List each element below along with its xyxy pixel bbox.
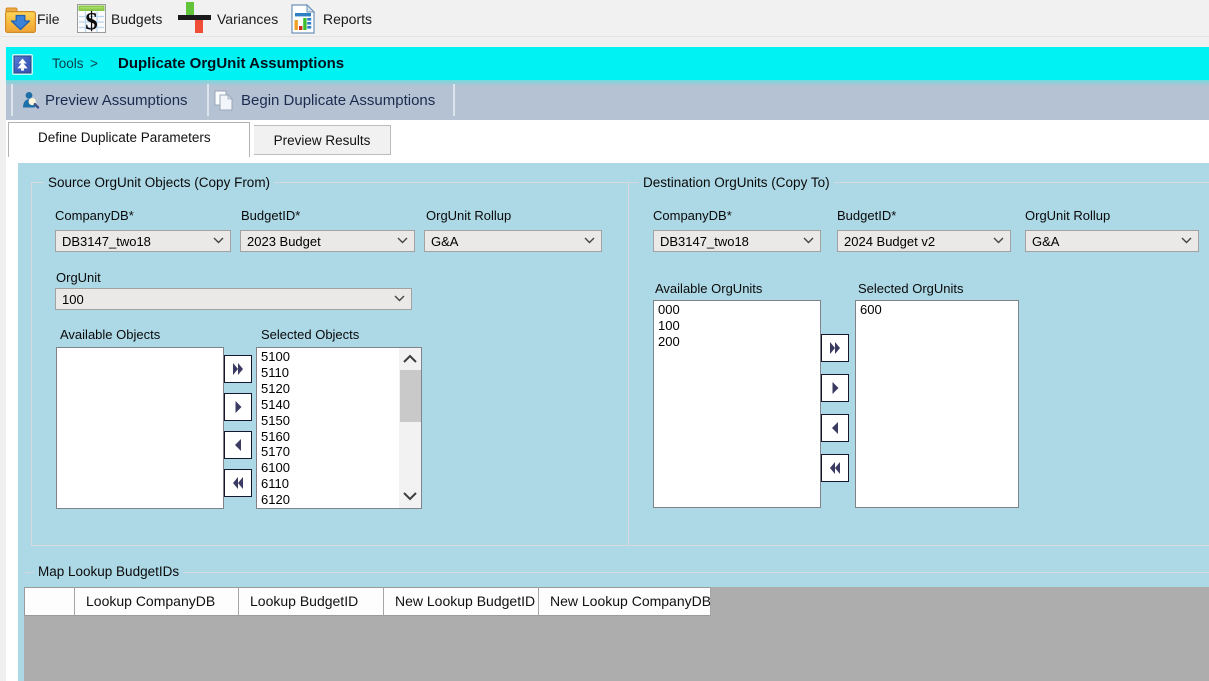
svg-text:$: $ — [85, 9, 98, 34]
